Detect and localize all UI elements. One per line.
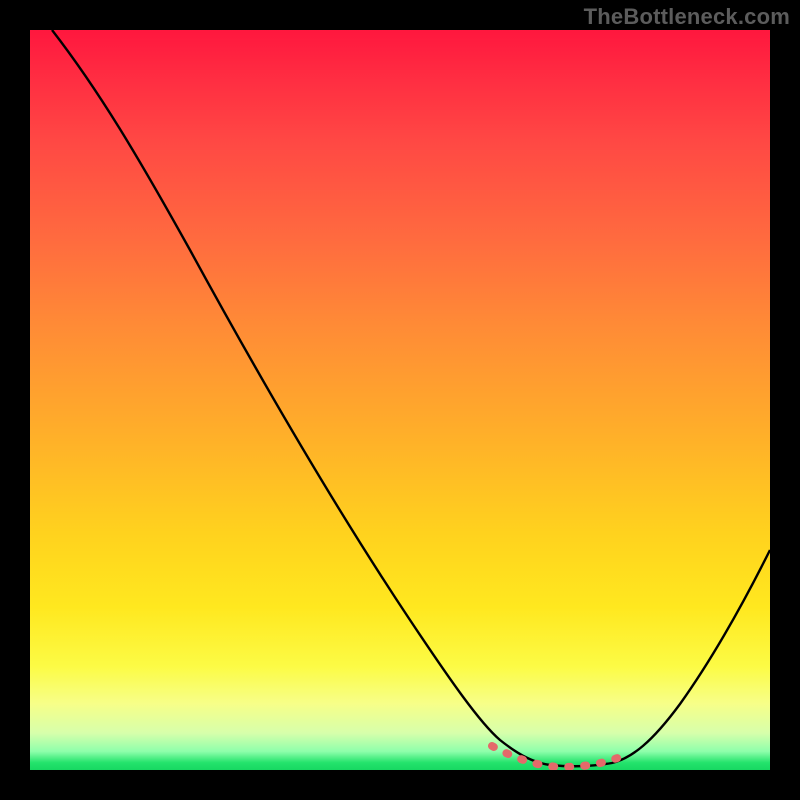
mismatch-curve [52,30,770,766]
gradient-plot-area [30,30,770,770]
curve-layer [30,30,770,770]
chart-frame: TheBottleneck.com [0,0,800,800]
watermark-text: TheBottleneck.com [584,4,790,30]
